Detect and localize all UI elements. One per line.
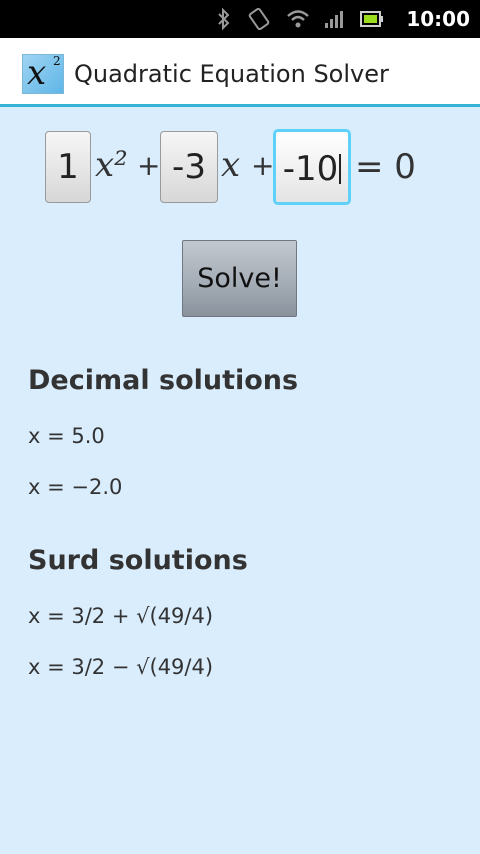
rotate-icon — [246, 7, 272, 31]
coefficient-a-input[interactable]: 1 — [45, 131, 91, 203]
status-icons — [216, 6, 384, 32]
x-squared-label: x² — [95, 145, 128, 185]
decimal-solutions-heading: Decimal solutions — [28, 365, 299, 396]
coefficient-c-value: -10 — [282, 149, 339, 189]
plus-sign-1: + — [137, 149, 161, 182]
plus-sign-2: + — [251, 149, 275, 182]
wifi-icon — [286, 8, 310, 30]
equation-row: 1 x² + -3 x + -10 = 0 — [0, 129, 480, 207]
text-caret — [339, 153, 342, 184]
surd-solutions-heading: Surd solutions — [28, 545, 248, 576]
surd-solution-2: x = 3/2 − √(49/4) — [28, 655, 214, 679]
x-label: x — [221, 145, 241, 185]
app-icon-x: x — [27, 53, 47, 93]
surd-solution-1: x = 3/2 + √(49/4) — [28, 604, 214, 628]
clock: 10:00 — [406, 7, 470, 31]
decimal-solution-1: x = 5.0 — [28, 424, 105, 448]
coefficient-b-input[interactable]: -3 — [160, 131, 218, 203]
app-icon-sup: 2 — [53, 54, 61, 68]
status-bar: 10:00 — [0, 0, 480, 38]
coefficient-c-input[interactable]: -10 — [273, 129, 351, 205]
signal-icon — [324, 8, 346, 30]
decimal-solution-2: x = −2.0 — [28, 475, 123, 499]
app-title: Quadratic Equation Solver — [74, 60, 389, 88]
x-squared-icon: x 2 — [22, 53, 64, 94]
bluetooth-icon — [216, 8, 232, 30]
equals-zero-label: = 0 — [355, 147, 416, 187]
solve-button[interactable]: Solve! — [182, 240, 297, 317]
title-bar: x 2 Quadratic Equation Solver — [0, 38, 480, 107]
battery-icon — [360, 9, 384, 29]
